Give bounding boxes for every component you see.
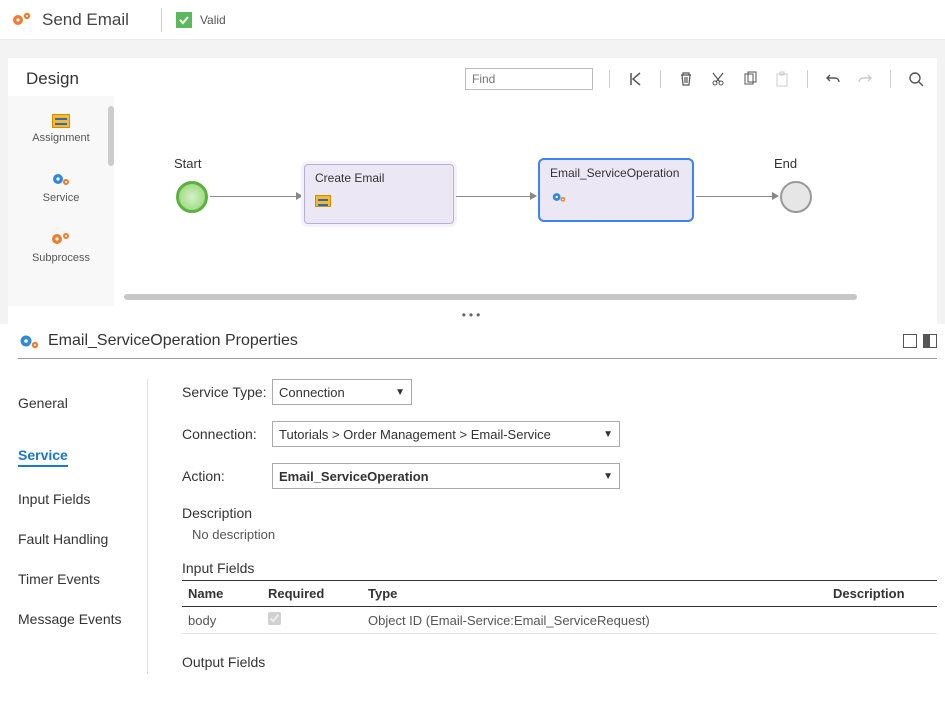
design-panel: Design Assig [8, 58, 937, 306]
main-area: Design Assig [0, 40, 945, 674]
node-email-service-operation[interactable]: Email_ServiceOperation [538, 158, 694, 222]
properties-form: Service Type: Connection ▼ Connection: T… [148, 379, 937, 674]
zoom-icon[interactable] [907, 70, 925, 88]
connection-label: Connection: [182, 426, 272, 442]
properties-title: Email_ServiceOperation Properties [48, 332, 298, 350]
service-gears-icon [50, 170, 72, 188]
canvas-wrap: Assignment Service Subprocess Start [8, 96, 937, 306]
properties-nav: General Service Input Fields Fault Handl… [18, 379, 148, 674]
palette: Assignment Service Subprocess [8, 96, 114, 306]
undo-icon[interactable] [824, 70, 842, 88]
service-gears-icon [18, 332, 40, 350]
caret-down-icon: ▼ [395, 387, 405, 398]
connection-select[interactable]: Tutorials > Order Management > Email-Ser… [272, 421, 620, 447]
node-create-email[interactable]: Create Email [304, 164, 454, 224]
validation-badge: Valid [176, 12, 226, 28]
input-fields-heading: Input Fields [182, 560, 937, 576]
palette-item-assignment[interactable]: Assignment [32, 114, 89, 144]
th-description: Description [827, 581, 937, 607]
properties-header: Email_ServiceOperation Properties [18, 324, 937, 359]
action-select[interactable]: Email_ServiceOperation ▼ [272, 463, 620, 489]
properties-body: General Service Input Fields Fault Handl… [18, 379, 937, 674]
flow-canvas[interactable]: Start Create Email Email_ServiceOperatio… [114, 96, 937, 306]
trash-icon[interactable] [677, 70, 695, 88]
design-header: Design [8, 58, 937, 96]
palette-item-subprocess[interactable]: Subprocess [32, 230, 90, 264]
edge[interactable] [696, 196, 778, 197]
assignment-icon [315, 195, 331, 207]
app-gears-icon [12, 11, 34, 29]
palette-label: Assignment [32, 132, 89, 144]
caret-down-icon: ▼ [603, 471, 613, 482]
divider [890, 70, 891, 88]
action-value: Email_ServiceOperation [279, 469, 429, 484]
validation-label: Valid [200, 13, 226, 27]
divider [609, 70, 610, 88]
layout-full-icon[interactable] [903, 334, 917, 348]
service-gears-icon [550, 190, 682, 204]
nav-general[interactable]: General [18, 383, 147, 423]
palette-item-service[interactable]: Service [43, 170, 80, 204]
caret-down-icon: ▼ [603, 429, 613, 440]
connection-value: Tutorials > Order Management > Email-Ser… [279, 427, 551, 442]
node-title: Email_ServiceOperation [550, 166, 682, 180]
table-row[interactable]: body Object ID (Email-Service:Email_Serv… [182, 607, 937, 634]
divider [807, 70, 808, 88]
palette-label: Subprocess [32, 252, 90, 264]
output-fields-heading: Output Fields [182, 654, 937, 670]
cell-required [262, 607, 362, 634]
properties-panel: Email_ServiceOperation Properties Genera… [0, 324, 945, 674]
paste-icon[interactable] [773, 70, 791, 88]
design-toolbar [465, 68, 925, 90]
find-input[interactable] [465, 68, 593, 90]
cell-description [827, 607, 937, 634]
nav-input-fields[interactable]: Input Fields [18, 479, 147, 519]
assignment-icon [52, 114, 70, 128]
check-icon [176, 12, 192, 28]
page-title: Send Email [42, 10, 129, 30]
service-type-label: Service Type: [182, 384, 272, 400]
app-header: Send Email Valid [0, 0, 945, 40]
nav-timer-events[interactable]: Timer Events [18, 559, 147, 599]
th-type: Type [362, 581, 827, 607]
goto-start-icon[interactable] [626, 70, 644, 88]
required-checkbox [268, 612, 281, 625]
nav-message-events[interactable]: Message Events [18, 599, 147, 639]
node-title: Create Email [315, 171, 443, 185]
service-type-select[interactable]: Connection ▼ [272, 379, 412, 405]
edge[interactable] [456, 196, 536, 197]
edge[interactable] [210, 196, 302, 197]
palette-label: Service [43, 192, 80, 204]
design-title: Design [26, 69, 79, 89]
end-node[interactable] [780, 181, 812, 213]
split-handle[interactable]: ••• [8, 306, 937, 324]
end-label: End [774, 156, 797, 171]
divider [660, 70, 661, 88]
action-label: Action: [182, 468, 272, 484]
drag-dots-icon: ••• [462, 308, 484, 322]
copy-icon[interactable] [741, 70, 759, 88]
subprocess-gears-icon [50, 230, 72, 248]
cut-icon[interactable] [709, 70, 727, 88]
description-text: No description [182, 527, 937, 542]
cell-name: body [182, 607, 262, 634]
divider [161, 8, 162, 32]
redo-icon[interactable] [856, 70, 874, 88]
start-label: Start [174, 156, 201, 171]
nav-fault-handling[interactable]: Fault Handling [18, 519, 147, 559]
layout-split-icon[interactable] [923, 334, 937, 348]
cell-type: Object ID (Email-Service:Email_ServiceRe… [362, 607, 827, 634]
input-fields-table: Name Required Type Description body Obje… [182, 580, 937, 634]
canvas-scrollbar[interactable] [124, 294, 857, 300]
th-required: Required [262, 581, 362, 607]
start-node[interactable] [176, 181, 208, 213]
th-name: Name [182, 581, 262, 607]
description-heading: Description [182, 505, 937, 521]
service-type-value: Connection [279, 385, 345, 400]
nav-service[interactable]: Service [18, 435, 68, 467]
